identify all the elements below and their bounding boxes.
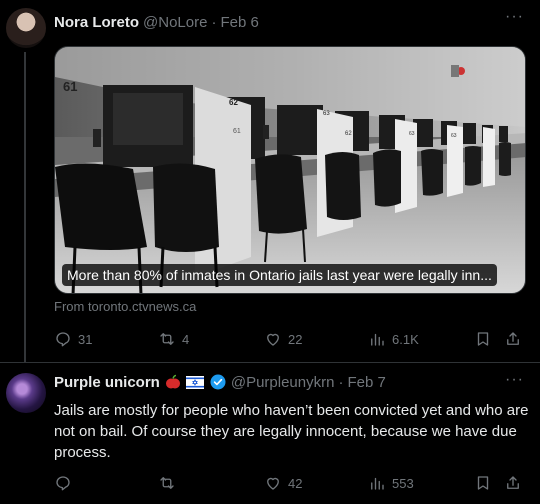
booth-number: 63 [409,131,415,137]
reply-button[interactable] [54,474,78,492]
repost-icon [160,333,174,345]
tweet-actions: 31 4 22 6.1K [54,329,528,349]
repost-button[interactable] [158,474,182,492]
booth-number: 62 [345,131,352,137]
repost-count: 4 [182,331,190,347]
like-button[interactable]: 42 [264,474,302,492]
heart-icon [267,333,279,346]
booth-number: 62 [229,98,238,107]
tweet-header: Nora Loreto @NoLore · Feb 6 [54,12,259,32]
more-options-icon[interactable]: ··· [505,9,524,25]
avatar[interactable] [6,8,46,48]
booth-number: 61 [63,79,77,94]
author-name[interactable]: Nora Loreto [54,14,139,31]
share-button[interactable] [504,330,522,348]
author-name[interactable]: Purple unicorn [54,374,160,391]
author-handle[interactable]: @NoLore [143,14,207,31]
share-button[interactable] [504,474,522,492]
bookmark-icon [477,332,489,346]
tweet-date[interactable]: Feb 7 [347,374,385,391]
separator-dot: · [338,373,344,391]
bookmark-button[interactable] [474,474,492,492]
repost-button[interactable]: 4 [158,330,189,348]
view-count: 553 [392,475,414,491]
views-button[interactable]: 553 [368,474,414,492]
avatar[interactable] [6,373,46,413]
reply-icon [56,332,70,347]
views-bar-chart-icon [371,477,384,490]
verified-badge-icon[interactable] [209,373,227,391]
bookmark-icon [477,476,489,490]
jail-visiting-booths-photo: 61 62 61 63 62 63 63 [55,47,525,293]
booth-number: 61 [233,128,241,135]
tweet-actions: 42 553 [54,473,528,493]
reply-count: 31 [78,331,93,347]
more-options-icon[interactable]: ··· [505,372,524,388]
repost-icon [160,477,174,489]
share-icon [507,332,519,345]
apple-emoji-icon [165,374,181,390]
author-handle[interactable]: @Purpleunykrn [231,374,335,391]
reply-icon [56,476,70,491]
link-card-title[interactable]: More than 80% of inmates in Ontario jail… [62,264,497,286]
israel-flag-icon [185,375,204,389]
tweet-purple-unicorn[interactable]: Purple unicorn @Purpleunykrn · Feb 7 ···… [0,362,540,504]
tweet-nora-loreto[interactable]: Nora Loreto @NoLore · Feb 6 ··· 61 62 61… [0,0,540,362]
views-button[interactable]: 6.1K [368,330,419,348]
bookmark-button[interactable] [474,330,492,348]
tweet-date[interactable]: Feb 6 [220,14,258,31]
link-card-image[interactable]: 61 62 61 63 62 63 63 [54,46,526,294]
view-count: 6.1K [392,331,419,347]
thread-connector-line [24,52,26,362]
link-source[interactable]: From toronto.ctvnews.ca [54,299,196,314]
heart-icon [267,477,279,490]
booth-number: 63 [451,133,457,139]
views-bar-chart-icon [371,333,384,346]
tweet-header: Purple unicorn @Purpleunykrn · Feb 7 [54,372,386,392]
share-icon [507,476,519,489]
reply-button[interactable]: 31 [54,330,92,348]
like-count: 42 [288,475,303,491]
like-button[interactable]: 22 [264,330,302,348]
like-count: 22 [288,331,303,347]
separator-dot: · [211,13,217,31]
tweet-text: Jails are mostly for people who haven’t … [54,402,529,461]
booth-number: 63 [323,111,330,117]
